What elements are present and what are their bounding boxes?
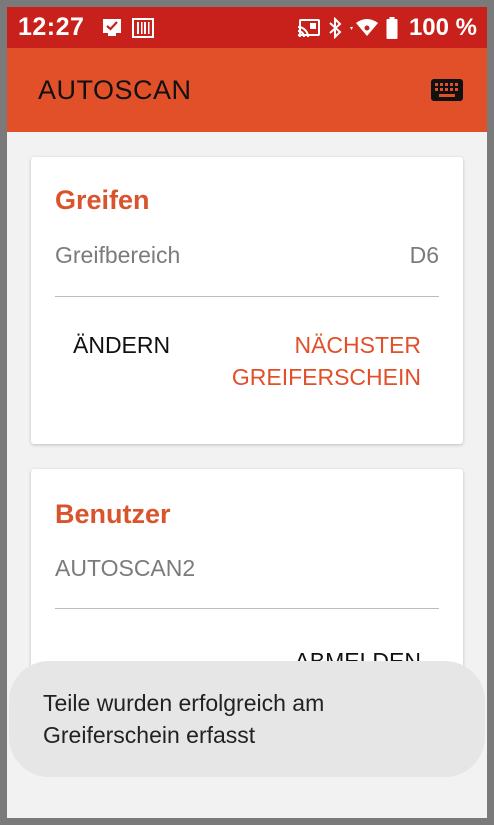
- battery-icon: [386, 16, 398, 39]
- toast-message: Teile wurden erfolgreich am Greiferschei…: [9, 661, 485, 777]
- change-button[interactable]: ÄNDERN: [73, 329, 170, 361]
- cast-icon: [297, 18, 321, 38]
- app-screen: 12:27 100 % AUTOSCAN Greifen Greifbereic…: [7, 7, 487, 818]
- wifi-icon: [349, 18, 379, 38]
- app-bar: AUTOSCAN: [7, 48, 487, 132]
- bluetooth-icon: [328, 16, 342, 39]
- status-bar: 12:27 100 %: [7, 7, 487, 48]
- greifen-card-title: Greifen: [55, 185, 150, 215]
- app-title: AUTOSCAN: [38, 74, 192, 105]
- system-icons: 100 %: [297, 14, 477, 42]
- battery-percentage: 100 %: [408, 13, 477, 41]
- greifbereich-value: D6: [409, 242, 439, 268]
- card-divider: [55, 608, 439, 609]
- username-value: AUTOSCAN2: [55, 555, 196, 581]
- barcode-icon: [132, 17, 155, 38]
- keyboard-icon[interactable]: [427, 70, 467, 110]
- notification-icons: [102, 17, 155, 38]
- benutzer-card-title: Benutzer: [55, 499, 171, 529]
- greifbereich-label: Greifbereich: [55, 242, 181, 268]
- card-divider: [55, 296, 439, 297]
- status-time: 12:27: [18, 13, 85, 41]
- greifen-card: Greifen Greifbereich D6 ÄNDERN NÄCHSTER …: [31, 157, 463, 444]
- next-greiferschein-button[interactable]: NÄCHSTER GREIFERSCHEIN: [191, 329, 421, 393]
- checkmark-notification-icon: [102, 18, 122, 38]
